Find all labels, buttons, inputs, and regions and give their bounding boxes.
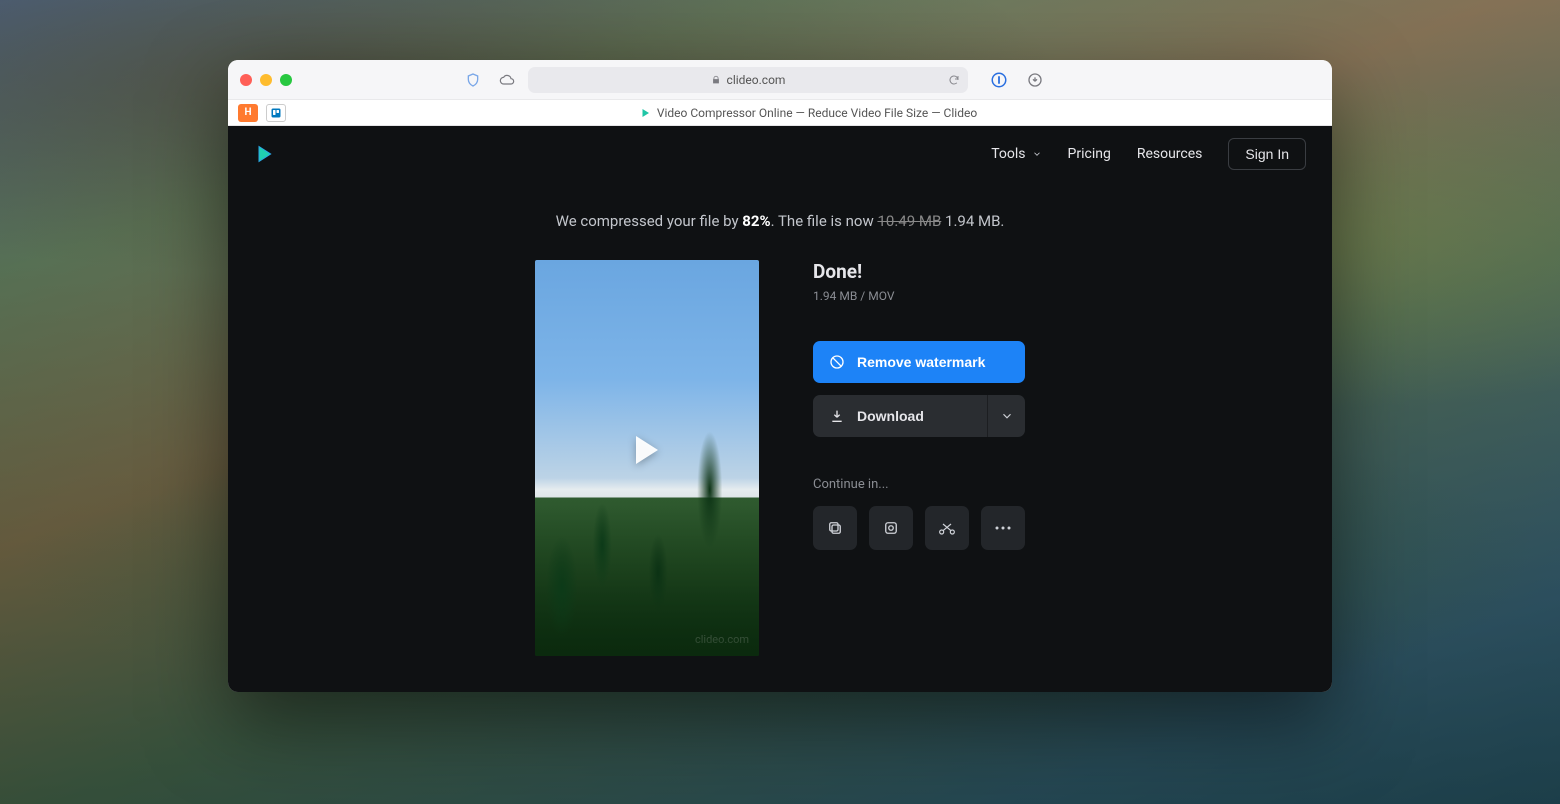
active-tab[interactable]: Video Compressor Online — Reduce Video F… — [294, 106, 1322, 120]
chevron-down-icon — [1000, 409, 1014, 423]
browser-toolbar: clideo.com — [228, 60, 1332, 100]
copy-icon — [826, 519, 844, 537]
continue-cut-button[interactable] — [925, 506, 969, 550]
pinned-tab-trello[interactable] — [266, 104, 286, 122]
compression-message: We compressed your file by 82%. The file… — [228, 182, 1332, 256]
video-thumbnail[interactable]: clideo.com — [535, 260, 759, 656]
clideo-logo-icon[interactable] — [254, 144, 274, 164]
msg-mid: . The file is now — [771, 212, 878, 230]
minimize-window-button[interactable] — [260, 74, 272, 86]
crop-icon — [882, 519, 900, 537]
remove-watermark-label: Remove watermark — [857, 354, 985, 370]
privacy-icon[interactable] — [460, 67, 486, 93]
zoom-window-button[interactable] — [280, 74, 292, 86]
downloads-icon[interactable] — [1022, 67, 1048, 93]
download-row: Download — [813, 395, 1025, 437]
nav-resources[interactable]: Resources — [1137, 146, 1203, 162]
file-meta: 1.94 MB / MOV — [813, 289, 1025, 303]
result-content: clideo.com Done! 1.94 MB / MOV Remove wa… — [228, 256, 1332, 656]
continue-in-label: Continue in... — [813, 477, 1025, 492]
clideo-favicon-icon — [639, 107, 651, 119]
cut-icon — [937, 520, 957, 536]
window-controls — [240, 74, 292, 86]
lock-icon — [711, 75, 721, 85]
address-bar[interactable]: clideo.com — [528, 67, 968, 93]
sign-in-button[interactable]: Sign In — [1228, 138, 1306, 170]
address-text: clideo.com — [727, 73, 786, 87]
msg-new-size: 1.94 MB. — [941, 212, 1004, 230]
reload-icon[interactable] — [948, 74, 960, 86]
done-heading: Done! — [813, 260, 1025, 283]
nav-tools[interactable]: Tools — [991, 146, 1041, 162]
tab-strip: H Video Compressor Online — Reduce Video… — [228, 100, 1332, 126]
download-button[interactable]: Download — [813, 395, 987, 437]
no-symbol-icon — [829, 354, 845, 370]
result-panel: Done! 1.94 MB / MOV Remove watermark Dow… — [813, 260, 1025, 656]
continue-copy-button[interactable] — [813, 506, 857, 550]
cloud-icon[interactable] — [494, 67, 520, 93]
nav-pricing[interactable]: Pricing — [1068, 146, 1111, 162]
toolbar-right-icons — [986, 67, 1048, 93]
continue-in-row — [813, 506, 1025, 550]
tab-title-text: Video Compressor Online — Reduce Video F… — [657, 106, 977, 120]
browser-window: clideo.com H Video Com — [228, 60, 1332, 692]
msg-percent: 82% — [742, 212, 770, 230]
app-page: Tools Pricing Resources Sign In We compr… — [228, 126, 1332, 692]
msg-prefix: We compressed your file by — [556, 212, 743, 230]
nav-tools-label: Tools — [991, 146, 1025, 162]
more-icon — [994, 525, 1012, 531]
file-size: 1.94 MB — [813, 289, 857, 303]
app-header: Tools Pricing Resources Sign In — [228, 126, 1332, 182]
download-options-button[interactable] — [987, 395, 1025, 437]
desktop-wallpaper: clideo.com H Video Com — [0, 0, 1560, 804]
continue-more-button[interactable] — [981, 506, 1025, 550]
continue-crop-button[interactable] — [869, 506, 913, 550]
onepassword-icon[interactable] — [986, 67, 1012, 93]
chevron-down-icon — [1032, 149, 1042, 159]
meta-separator: / — [857, 289, 868, 303]
play-icon — [636, 436, 658, 464]
file-format: MOV — [868, 289, 894, 303]
pinned-tab-h[interactable]: H — [238, 104, 258, 122]
close-window-button[interactable] — [240, 74, 252, 86]
download-label: Download — [857, 408, 924, 424]
download-icon — [829, 408, 845, 424]
msg-old-size: 10.49 MB — [877, 212, 941, 230]
remove-watermark-button[interactable]: Remove watermark — [813, 341, 1025, 383]
watermark-text: clideo.com — [695, 633, 749, 646]
app-nav: Tools Pricing Resources Sign In — [991, 138, 1306, 170]
